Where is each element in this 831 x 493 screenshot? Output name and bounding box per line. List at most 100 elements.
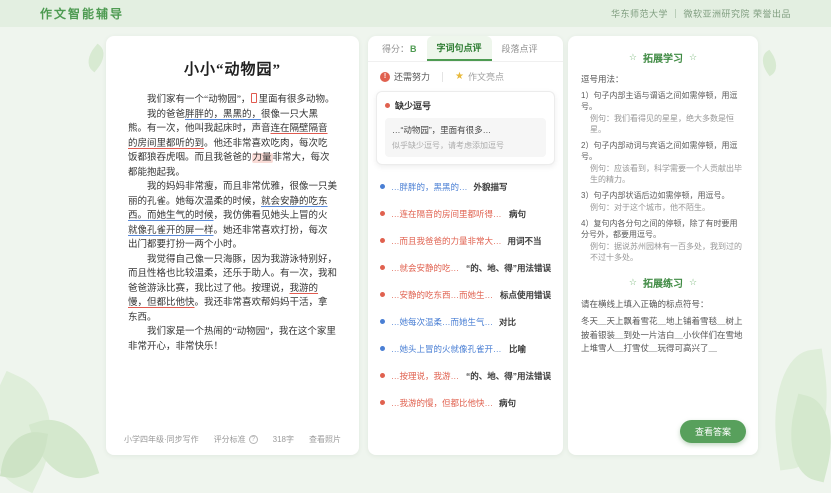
rule-text: 3）句子内部状语后边如需停顿，用逗号。 bbox=[581, 190, 745, 201]
error-dot bbox=[380, 238, 385, 243]
essay-paragraph: 我们家有一个“动物园”，里面有很多动物。 bbox=[128, 93, 337, 108]
extended-learning-title: 拓展学习 bbox=[643, 50, 683, 65]
highlight-star-icon: ★ bbox=[455, 72, 464, 82]
view-answer-button[interactable]: 查看答案 bbox=[680, 420, 746, 443]
review-panel: 得分：B 字词句点评 段落点评 ! 还需努力 ★ 作文亮点 缺少逗号 …“动物园… bbox=[368, 36, 563, 455]
extension-panel: ☆ 拓展学习 ☆ 逗号用法： 1）句子内部主语与谓语之间如需停顿，用逗号。例句：… bbox=[568, 36, 758, 455]
comment-category: 缺少逗号 bbox=[395, 99, 431, 112]
review-tabs: 得分：B 字词句点评 段落点评 bbox=[368, 36, 563, 62]
comment-snippet: …胖胖的，黑黑的… bbox=[391, 181, 468, 193]
view-photo-link[interactable]: 查看照片 bbox=[309, 434, 341, 445]
practice-exercise: 冬天＿天上飘着雪花＿地上铺着雪毯＿树上披着银装＿到处一片洁白＿小伙伴们在雪地上堆… bbox=[581, 315, 745, 356]
word-count: 318字 bbox=[273, 434, 294, 445]
essay-text: 我们家是一个热闹的“动物园”，我在这个家里非常开心，非常快乐！ bbox=[128, 327, 336, 352]
filter-needs-work[interactable]: ! 还需努力 bbox=[380, 70, 430, 83]
highlight-dot bbox=[380, 184, 385, 189]
extended-learning-header: ☆ 拓展学习 ☆ bbox=[581, 50, 745, 65]
comment-snippet: …而且我爸爸的力量非常大… bbox=[391, 235, 502, 247]
rule-example: 例句：我们看得见的星星，绝大多数是恒星。 bbox=[590, 113, 745, 135]
comment-item[interactable]: …就会安静的吃东西… “的、地、得”用法错误 bbox=[376, 254, 555, 281]
comment-item[interactable]: …而且我爸爸的力量非常大…用词不当 bbox=[376, 227, 555, 254]
comment-item[interactable]: …胖胖的，黑黑的… 外貌描写 bbox=[376, 173, 555, 200]
essay-panel: 小小“动物园” 我们家有一个“动物园”，里面有很多动物。我的爸爸胖胖的，黑黑的，… bbox=[106, 36, 359, 455]
filter-divider bbox=[442, 72, 443, 82]
comment-filters: ! 还需努力 ★ 作文亮点 bbox=[368, 62, 563, 89]
info-icon: ? bbox=[249, 435, 258, 444]
error-dot bbox=[380, 292, 385, 297]
essay-annotated-text[interactable]: 力量 bbox=[252, 153, 273, 163]
leaf-decoration bbox=[757, 50, 782, 77]
error-dot bbox=[380, 400, 385, 405]
highlight-dot bbox=[380, 319, 385, 324]
comment-item[interactable]: …安静的吃东西…而她生气… 标点使用错误 bbox=[376, 281, 555, 308]
comment-snippet: …我游的慢，但都比他快… bbox=[391, 397, 493, 409]
tab-score[interactable]: 得分：B bbox=[372, 36, 427, 61]
rule-text: 2）句子内部动词与宾语之间如需停顿，用逗号。 bbox=[581, 140, 745, 162]
rule-text: 1）句子内部主语与谓语之间如需停顿，用逗号。 bbox=[581, 90, 745, 112]
comment-snippet: …她头上冒的火就像孔雀开的屏… bbox=[391, 343, 503, 355]
score-value: B bbox=[410, 44, 417, 54]
error-dot bbox=[380, 265, 385, 270]
essay-footer: 小学四年级·同步写作 评分标准 ? 318字 查看照片 bbox=[124, 434, 341, 445]
missing-comma-mark[interactable] bbox=[251, 93, 257, 103]
star-icon: ☆ bbox=[689, 277, 697, 288]
app-header: 作文智能辅导 华东师范大学 ｜ 微软亚洲研究院 荣誉出品 bbox=[0, 0, 831, 27]
comment-label: 标点使用错误 bbox=[500, 289, 551, 301]
comment-label: 病句 bbox=[499, 397, 516, 409]
rule-list: 1）句子内部主语与谓语之间如需停顿，用逗号。例句：我们看得见的星星，绝大多数是恒… bbox=[581, 90, 745, 263]
app-logo: 作文智能辅导 bbox=[40, 5, 124, 22]
comment-item-expanded[interactable]: 缺少逗号 …“动物园”，里面有很多… 似乎缺少逗号，请考虑添加逗号 bbox=[376, 91, 555, 165]
comment-snippet: …就会安静的吃东西… bbox=[391, 262, 460, 274]
essay-text: 里面有很多动物。 bbox=[258, 95, 334, 105]
scoring-standard-link[interactable]: 评分标准 ? bbox=[214, 434, 258, 445]
comment-snippet: …她每次温柔…而她生气… bbox=[391, 316, 493, 328]
star-icon: ☆ bbox=[629, 52, 637, 63]
comment-item[interactable]: …她头上冒的火就像孔雀开的屏… 比喻 bbox=[376, 335, 555, 362]
comment-item[interactable]: …我游的慢，但都比他快… 病句 bbox=[376, 389, 555, 416]
comment-label: 病句 bbox=[509, 208, 526, 220]
star-icon: ☆ bbox=[689, 52, 697, 63]
practice-instruction: 请在横线上填入正确的标点符号： bbox=[581, 298, 745, 310]
filter-highlights-label: 作文亮点 bbox=[468, 70, 504, 83]
needs-work-icon: ! bbox=[380, 72, 390, 82]
filter-needs-work-label: 还需努力 bbox=[394, 70, 430, 83]
comment-detail-box: …“动物园”，里面有很多… 似乎缺少逗号，请考虑添加逗号 bbox=[385, 118, 546, 157]
tab-word-sentence-review[interactable]: 字词句点评 bbox=[427, 36, 492, 61]
filter-highlights[interactable]: ★ 作文亮点 bbox=[455, 70, 504, 83]
comment-label: 对比 bbox=[499, 316, 516, 328]
comment-hint: 似乎缺少逗号，请考虑添加逗号 bbox=[392, 140, 539, 151]
comment-item[interactable]: …她每次温柔…而她生气… 对比 bbox=[376, 308, 555, 335]
comment-list: …胖胖的，黑黑的… 外貌描写 …连在隔音的房间里都听得到… 病句 …而且我爸爸的力量非常… bbox=[368, 173, 563, 416]
comment-snippet: …按理说，我游的慢… bbox=[391, 370, 460, 382]
essay-paragraph: 我们家是一个热闹的“动物园”，我在这个家里非常开心，非常快乐！ bbox=[128, 325, 337, 354]
grade-label: 小学四年级·同步写作 bbox=[124, 434, 199, 445]
tab-paragraph-review[interactable]: 段落点评 bbox=[492, 36, 548, 61]
comment-label: “的、地、得”用法错误 bbox=[466, 262, 551, 274]
comment-snippet: …“动物园”，里面有很多… bbox=[392, 124, 539, 136]
error-dot bbox=[380, 373, 385, 378]
essay-text: ，我仿佛看见她头上冒的火 bbox=[214, 211, 328, 221]
error-dot bbox=[385, 103, 390, 108]
extended-practice-section: ☆ 拓展练习 ☆ 请在横线上填入正确的标点符号： 冬天＿天上飘着雪花＿地上铺着雪… bbox=[581, 275, 745, 356]
essay-paragraph: 我的爸爸胖胖的，黑黑的，很像一只大黑熊。有一次，他叫我起床时，声音连在隔壁隔音的… bbox=[128, 108, 337, 181]
extended-practice-title: 拓展练习 bbox=[643, 275, 683, 290]
error-dot bbox=[380, 211, 385, 216]
comment-label: 外貌描写 bbox=[474, 181, 508, 193]
rule-text: 4）复句内各分句之间的停顿，除了有时要用分号外，都要用逗号。 bbox=[581, 218, 745, 240]
comment-item[interactable]: …连在隔音的房间里都听得到… 病句 bbox=[376, 200, 555, 227]
comment-item[interactable]: …按理说，我游的慢…“的、地、得”用法错误 bbox=[376, 362, 555, 389]
comment-label: 比喻 bbox=[509, 343, 526, 355]
highlight-dot bbox=[380, 346, 385, 351]
essay-annotated-text[interactable]: 胖胖的，黑黑的， bbox=[185, 110, 261, 120]
score-label: 得分： bbox=[382, 42, 409, 55]
rule-example: 例句：对于这个城市，他不陌生。 bbox=[590, 202, 745, 213]
comment-snippet: …连在隔音的房间里都听得到… bbox=[391, 208, 503, 220]
star-icon: ☆ bbox=[629, 277, 637, 288]
rule-example: 例句：应该看到，科学需要一个人贡献出毕生的精力。 bbox=[590, 163, 745, 185]
essay-title: 小小“动物园” bbox=[128, 58, 337, 79]
rule-example: 例句：据说苏州园林有一百多处，我到过的不过十多处。 bbox=[590, 241, 745, 263]
essay-paragraph: 我的妈妈非常瘦，而且非常优雅，很像一只美丽的孔雀。她每次温柔的时候，就会安静的吃… bbox=[128, 180, 337, 253]
essay-body: 我们家有一个“动物园”，里面有很多动物。我的爸爸胖胖的，黑黑的，很像一只大黑熊。… bbox=[128, 93, 337, 354]
essay-annotated-text[interactable]: 就像孔雀开的屏一样 bbox=[128, 226, 214, 236]
comment-snippet: …安静的吃东西…而她生气… bbox=[391, 289, 494, 301]
